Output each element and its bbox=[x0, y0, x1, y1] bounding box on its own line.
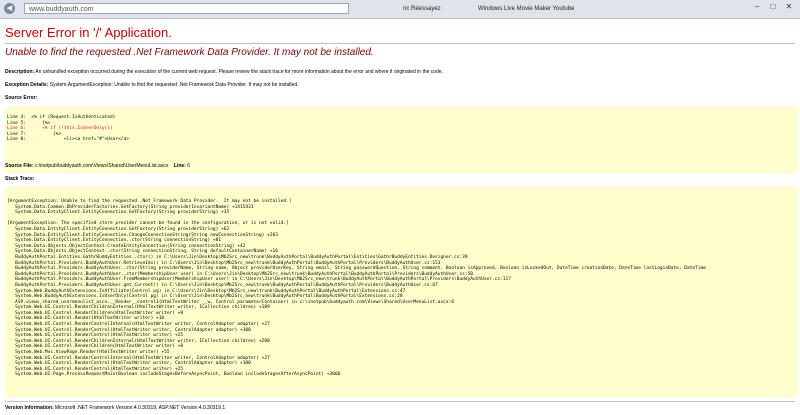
source-file-label: Source File: bbox=[5, 163, 34, 169]
source-code: Line 4: <% if (Request.IsAuthenticated) … bbox=[5, 107, 798, 143]
stack-line: System.Web.UI.Control.RenderControl(Html… bbox=[7, 333, 184, 339]
stack-line: [ArgumentException: The specified store … bbox=[7, 221, 289, 227]
description-text: An unhandled exception occurred during t… bbox=[35, 69, 444, 75]
version-info: Version Information: Microsoft .NET Fram… bbox=[5, 405, 225, 411]
stack-line: BuddyAuthPortal.Providers.BuddyAuthUser.… bbox=[7, 260, 441, 266]
line-number: 6 bbox=[187, 163, 191, 169]
browser-toolbar: ◀ www.buddyauth.com ric Réessayez Window… bbox=[0, 0, 800, 19]
stack-line: ASP.views_shared_usermenulist_ascx.__Ren… bbox=[7, 299, 455, 305]
back-icon[interactable]: ◀ bbox=[4, 3, 15, 14]
page-title: Server Error in '/' Application. bbox=[5, 25, 172, 40]
description-label: Description: bbox=[5, 69, 35, 75]
exception-label: Exception Details: bbox=[5, 82, 49, 88]
stack-line: System.Web.UI.Control.RenderChildrenInte… bbox=[7, 305, 270, 311]
title-divider bbox=[5, 43, 795, 44]
exception-details-row: Exception Details: System.ArgumentExcept… bbox=[5, 82, 298, 88]
exception-text: System.ArgumentException: Unable to find… bbox=[49, 82, 299, 88]
maximize-button[interactable]: □ bbox=[766, 1, 780, 13]
source-line: Line 5: {%> bbox=[7, 120, 51, 126]
stack-line: BuddyAuthPortal.Providers.BuddyAuthUser.… bbox=[7, 277, 511, 283]
source-line: Line 6: <% if (!this.IsUserOnly()) bbox=[7, 126, 113, 132]
version-label: Version Information: bbox=[5, 405, 54, 411]
error-subtitle: Unable to find the requested .Net Framew… bbox=[5, 47, 374, 58]
stack-line: System.Data.EntityClient.EntityConnectio… bbox=[7, 210, 230, 216]
stack-line: BuddyAuthPortal.Entities.GathrBuddyEntit… bbox=[7, 254, 468, 260]
stack-line: System.Web.UI.Control.RenderControlInter… bbox=[7, 355, 270, 361]
stack-line: System.Data.EntityClient.EntityConnectio… bbox=[7, 232, 278, 238]
stack-line: System.Web.UI.Control.RenderControlInter… bbox=[7, 322, 270, 328]
stack-line: [ArgumentException: Unable to find the r… bbox=[7, 199, 292, 204]
source-error-label: Source Error: bbox=[5, 95, 38, 101]
line-label: Line: bbox=[173, 163, 186, 169]
stack-line: System.Web.UI.Control.RenderControl(Html… bbox=[7, 361, 251, 367]
source-file-row: Source File: c:\inetpub\buddyauth.com\Vi… bbox=[5, 163, 190, 169]
close-button[interactable]: ✕ bbox=[782, 1, 796, 13]
tab-movie-maker[interactable]: Windows Live Movie Maker Youtube bbox=[478, 2, 618, 16]
description-row: Description: An unhandled exception occu… bbox=[5, 69, 443, 75]
stack-trace: [ArgumentException: Unable to find the r… bbox=[5, 187, 798, 378]
stack-line: System.Web.BuddyAuthExtensions.IsUserOnl… bbox=[7, 294, 403, 300]
stack-line: BuddyAuthPortal.Providers.BuddyAuthUser.… bbox=[7, 271, 473, 277]
stack-line: System.Data.Common.DbProviderFactories.G… bbox=[7, 204, 254, 210]
stack-line: BuddyAuthPortal.Providers.BuddyAuthUser.… bbox=[7, 282, 438, 288]
stack-line: System.Data.Objects.ObjectContext.Create… bbox=[7, 243, 246, 249]
minimize-button[interactable]: – bbox=[750, 1, 764, 13]
address-bar[interactable]: www.buddyauth.com bbox=[24, 3, 349, 14]
stack-line: System.Data.Objects.ObjectContext..ctor(… bbox=[7, 249, 278, 255]
stack-line: System.Web.UI.Control.Render(HtmlTextWri… bbox=[7, 316, 165, 322]
tab-reessayez[interactable]: ric Réessayez bbox=[403, 2, 473, 16]
stack-line: System.Web.UI.Control.RenderChildren(Htm… bbox=[7, 344, 184, 350]
source-line: Line 8: <li><a href="#">User</a> bbox=[7, 137, 129, 143]
version-text: Microsoft .NET Framework Version:4.0.303… bbox=[55, 405, 226, 411]
footer-divider bbox=[5, 401, 795, 402]
stack-line: System.Web.BuddyAuthExtensions.IsAffilia… bbox=[7, 288, 406, 294]
stack-line: System.Data.EntityClient.EntityConnectio… bbox=[7, 226, 230, 232]
stack-line: BuddyAuthPortal.Providers.BuddyAuthUser.… bbox=[7, 266, 706, 272]
source-file-path: c:\inetpub\buddyauth.com\Views\Shared\Us… bbox=[35, 163, 169, 169]
stack-trace-box: [ArgumentException: Unable to find the r… bbox=[5, 187, 798, 397]
stack-line: System.Data.EntityClient.EntityConnectio… bbox=[7, 238, 222, 244]
source-line: Line 4: <% if (Request.IsAuthenticated) bbox=[7, 115, 116, 120]
error-page: Server Error in '/' Application. Unable … bbox=[0, 19, 800, 415]
stack-line: System.Web.UI.Page.ProcessRequestMain(Bo… bbox=[7, 372, 341, 378]
stack-line: System.Web.UI.Control.RenderControl(Html… bbox=[7, 327, 251, 333]
stack-line: System.Web.Mvc.ViewPage.Render(HtmlTextW… bbox=[7, 350, 170, 356]
stack-trace-label: Stack Trace: bbox=[5, 176, 35, 182]
